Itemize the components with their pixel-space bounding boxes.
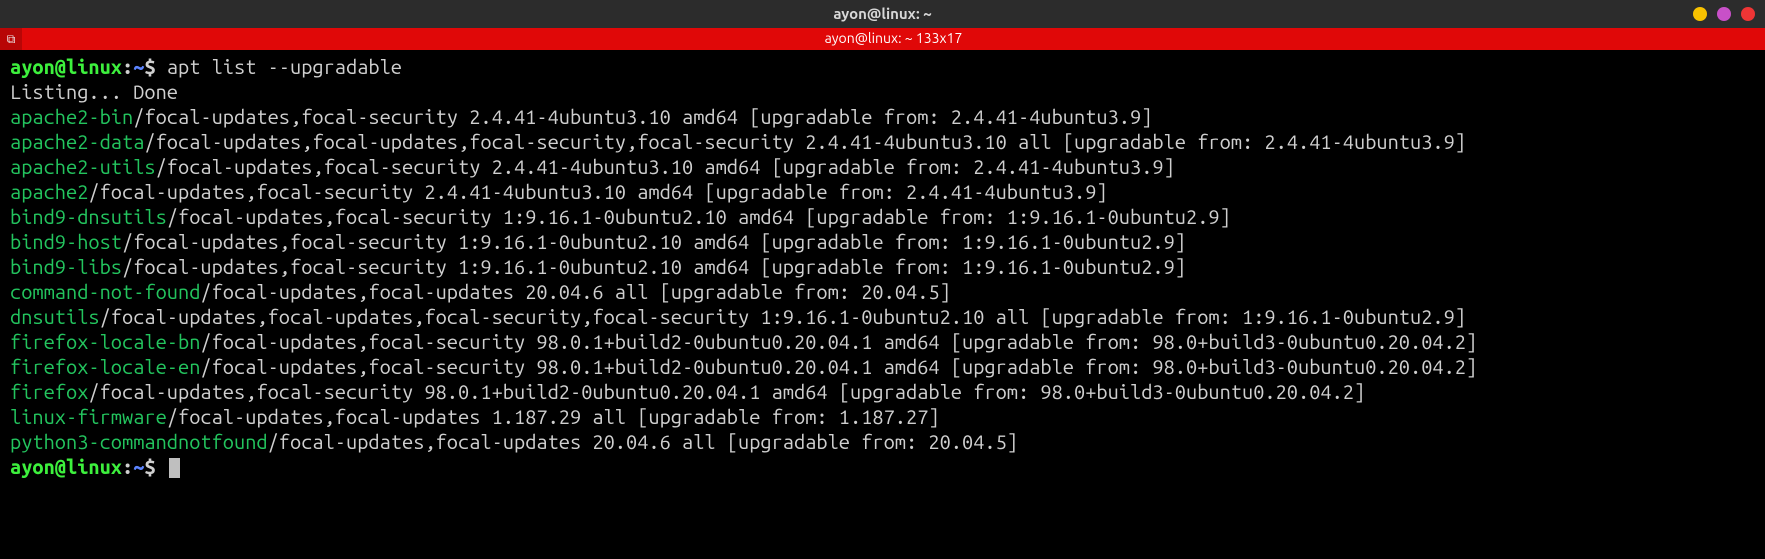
package-name: bind9-libs [10,255,122,278]
package-name: python3-commandnotfound [10,430,268,453]
cursor [169,458,180,478]
close-button[interactable] [1741,7,1755,21]
package-details: /focal-updates,focal-updates 20.04.6 all… [200,280,950,303]
package-details: /focal-updates,focal-updates,focal-secur… [100,305,1466,328]
package-details: /focal-updates,focal-security 1:9.16.1-0… [167,205,1231,228]
package-row: command-not-found/focal-updates,focal-up… [10,279,1755,304]
tab-terminal-icon[interactable]: ⧉ [0,28,22,50]
prompt-path: ~ [133,55,144,78]
package-row: apache2-utils/focal-updates,focal-securi… [10,154,1755,179]
package-name: bind9-host [10,230,122,253]
prompt-line-2: ayon@linux:~$ [10,454,1755,479]
tab-label[interactable]: ayon@linux: ~ 133x17 [22,30,1765,48]
prompt-line-1: ayon@linux:~$ apt list --upgradable [10,54,1755,79]
package-row: firefox/focal-updates,focal-security 98.… [10,379,1755,404]
package-row: bind9-libs/focal-updates,focal-security … [10,254,1755,279]
package-details: /focal-updates,focal-security 1:9.16.1-0… [122,230,1186,253]
package-row: bind9-dnsutils/focal-updates,focal-secur… [10,204,1755,229]
prompt-user: ayon@linux [10,455,122,478]
prompt-user: ayon@linux [10,55,122,78]
package-name: linux-firmware [10,405,167,428]
package-details: /focal-updates,focal-updates,focal-secur… [144,130,1466,153]
minimize-button[interactable] [1693,7,1707,21]
package-details: /focal-updates,focal-security 98.0.1+bui… [200,330,1477,353]
package-details: /focal-updates,focal-security 98.0.1+bui… [200,355,1477,378]
package-details: /focal-updates,focal-security 1:9.16.1-0… [122,255,1186,278]
package-name: apache2-data [10,130,144,153]
prompt-dollar: $ [144,455,166,478]
package-row: linux-firmware/focal-updates,focal-updat… [10,404,1755,429]
package-name: command-not-found [10,280,200,303]
package-row: dnsutils/focal-updates,focal-updates,foc… [10,304,1755,329]
package-details: /focal-updates,focal-security 2.4.41-4ub… [156,155,1175,178]
package-row: firefox-locale-bn/focal-updates,focal-se… [10,329,1755,354]
prompt-colon: : [122,55,133,78]
package-row: apache2/focal-updates,focal-security 2.4… [10,179,1755,204]
package-row: bind9-host/focal-updates,focal-security … [10,229,1755,254]
package-name: apache2-bin [10,105,133,128]
package-details: /focal-updates,focal-updates 20.04.6 all… [268,430,1018,453]
package-name: dnsutils [10,305,100,328]
package-row: python3-commandnotfound/focal-updates,fo… [10,429,1755,454]
maximize-button[interactable] [1717,7,1731,21]
package-name: bind9-dnsutils [10,205,167,228]
package-details: /focal-updates,focal-security 2.4.41-4ub… [133,105,1152,128]
titlebar[interactable]: ayon@linux: ~ [0,0,1765,28]
prompt-dollar: $ [144,55,166,78]
terminal-window: ayon@linux: ~ ⧉ ayon@linux: ~ 133x17 ayo… [0,0,1765,499]
package-details: /focal-updates,focal-updates 1.187.29 al… [167,405,940,428]
package-name: firefox-locale-en [10,355,200,378]
package-details: /focal-updates,focal-security 2.4.41-4ub… [88,180,1107,203]
window-title: ayon@linux: ~ [833,5,931,24]
package-row: apache2-data/focal-updates,focal-updates… [10,129,1755,154]
package-details: /focal-updates,focal-security 98.0.1+bui… [88,380,1365,403]
window-controls [1693,7,1755,21]
package-row: apache2-bin/focal-updates,focal-security… [10,104,1755,129]
terminal-body[interactable]: ayon@linux:~$ apt list --upgradableListi… [0,50,1765,499]
package-name: firefox-locale-bn [10,330,200,353]
package-name: apache2-utils [10,155,156,178]
tabbar: ⧉ ayon@linux: ~ 133x17 [0,28,1765,50]
command-text: apt list --upgradable [167,55,402,78]
package-name: apache2 [10,180,88,203]
prompt-colon: : [122,455,133,478]
package-row: firefox-locale-en/focal-updates,focal-se… [10,354,1755,379]
listing-line: Listing... Done [10,79,1755,104]
package-name: firefox [10,380,88,403]
prompt-path: ~ [133,455,144,478]
